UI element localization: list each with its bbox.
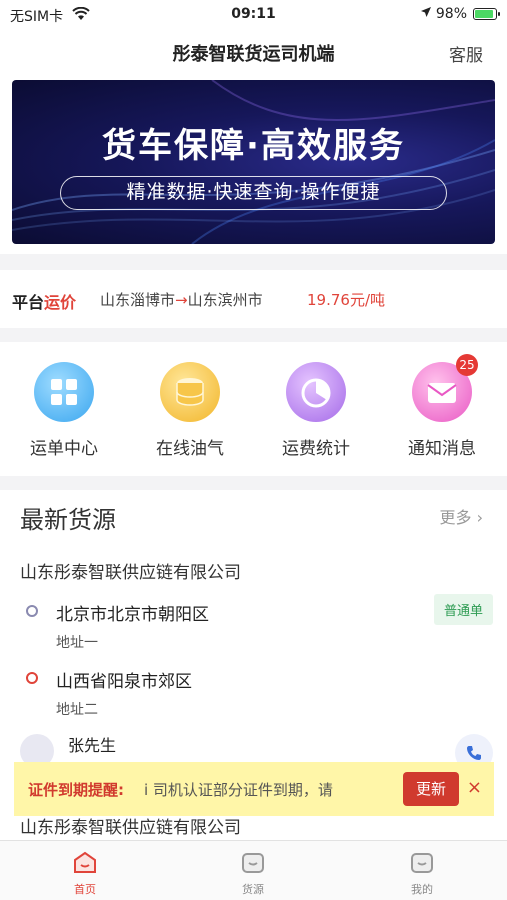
price-label-prefix: 平台 <box>12 293 45 312</box>
chevron-right-icon: › <box>476 508 483 527</box>
cargo-company-name[interactable]: 山东彤泰智联供应链有限公司 <box>20 558 241 583</box>
quick-item-label: 通知消息 <box>408 439 476 459</box>
destination-address: 山西省阳泉市郊区 <box>56 672 192 692</box>
origin-address: 北京市北京市朝阳区 <box>56 605 209 625</box>
more-link[interactable]: 更多 › <box>439 504 483 528</box>
more-label: 更多 <box>439 508 472 527</box>
battery-icon <box>473 8 500 20</box>
price-value: 19.76元/吨 <box>307 291 385 309</box>
waybill-center-button[interactable]: 运单中心 <box>14 362 114 459</box>
phone-icon <box>467 746 481 760</box>
status-bar: 无SIM卡 09:11 98% <box>0 0 507 30</box>
section-title: 最新货源 <box>20 506 116 534</box>
profile-icon <box>409 851 435 875</box>
platform-price-row[interactable]: 平台运价 山东淄博市→山东滨州市 19.76元/吨 <box>0 270 507 328</box>
quick-menu: 运单中心 在线油气 运费统计 25 通知消息 <box>0 342 507 476</box>
price-label-highlight: 运价 <box>44 293 77 312</box>
order-type-tag: 普通单 <box>433 594 493 625</box>
price-label: 平台运价 <box>12 289 76 313</box>
origin-address-detail: 地址一 <box>56 635 98 651</box>
tab-home[interactable]: 首页 <box>45 851 125 897</box>
destination-address-detail: 地址二 <box>56 702 98 718</box>
nav-bar: 彤泰智联货运司机端 客服 <box>0 30 507 74</box>
pie-chart-icon <box>286 362 346 422</box>
banner-title: 货车保障·高效服务 <box>102 126 405 166</box>
route-to: 山东滨州市 <box>187 291 263 309</box>
online-fuel-button[interactable]: 在线油气 <box>140 362 240 459</box>
reminder-text: i 司机认证部分证件到期，请 <box>144 781 333 799</box>
update-button[interactable]: 更新 <box>403 772 459 806</box>
destination-dot-icon <box>26 672 38 684</box>
banner-subtitle: 精准数据·快速查询·操作便捷 <box>60 176 447 210</box>
origin-dot-icon <box>26 605 38 617</box>
grid-icon <box>34 362 94 422</box>
cargo-icon <box>240 851 266 875</box>
route-arrow-icon: → <box>175 291 188 309</box>
fuel-icon <box>160 362 220 422</box>
unread-badge: 25 <box>456 354 478 376</box>
quick-item-label: 运费统计 <box>282 439 350 459</box>
page-title: 彤泰智联货运司机端 <box>172 44 335 65</box>
notifications-button[interactable]: 25 通知消息 <box>392 354 492 459</box>
reminder-label: 证件到期提醒: <box>28 781 124 799</box>
battery-percent: 98% <box>435 6 467 22</box>
price-route: 山东淄博市→山东滨州市 <box>100 289 263 310</box>
quick-item-label: 运单中心 <box>30 439 98 459</box>
contact-name: 张先生 <box>68 736 117 755</box>
close-icon[interactable]: × <box>467 777 482 798</box>
tab-profile[interactable]: 我的 <box>382 851 462 897</box>
customer-service-button[interactable]: 客服 <box>449 41 483 66</box>
banner-section: 货车保障·高效服务 精准数据·快速查询·操作便捷 <box>0 74 507 254</box>
tab-cargo[interactable]: 货源 <box>213 851 293 897</box>
home-icon <box>72 851 98 875</box>
tab-label: 我的 <box>411 883 433 896</box>
tab-label: 货源 <box>242 883 264 896</box>
promo-banner[interactable]: 货车保障·高效服务 精准数据·快速查询·操作便捷 <box>12 80 495 244</box>
freight-stats-button[interactable]: 运费统计 <box>266 362 366 459</box>
cargo-company-name[interactable]: 山东彤泰智联供应链有限公司 <box>20 813 241 838</box>
certificate-expiry-banner: 证件到期提醒: i 司机认证部分证件到期，请 更新 × <box>14 762 494 816</box>
quick-item-label: 在线油气 <box>156 439 224 459</box>
mail-icon: 25 <box>412 354 478 422</box>
tab-bar: 首页 货源 我的 <box>0 840 507 900</box>
route-from: 山东淄博市 <box>100 291 176 309</box>
location-arrow-icon <box>420 6 432 22</box>
tab-label: 首页 <box>74 883 96 896</box>
